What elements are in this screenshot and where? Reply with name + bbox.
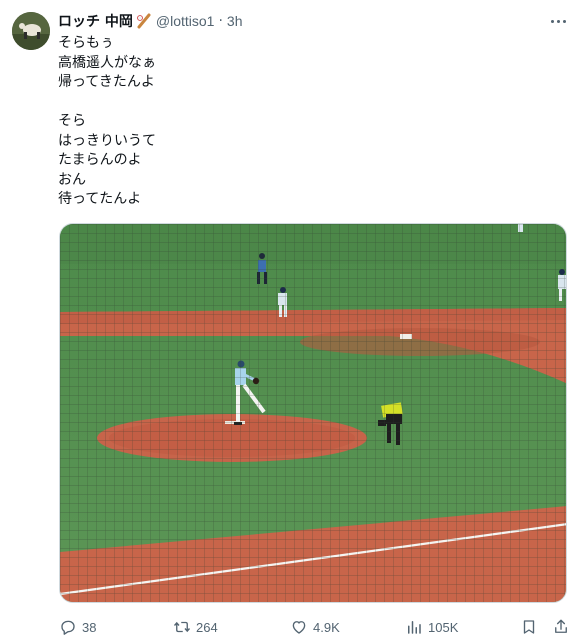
repost-icon — [173, 621, 191, 633]
tweet-text-line: たまらんのよ — [58, 152, 142, 168]
tweet-actions: 38 264 4.9K 105K — [59, 616, 569, 638]
more-dot-icon — [556, 19, 560, 23]
reply-icon — [61, 620, 75, 635]
reply-count: 38 — [82, 619, 97, 635]
more-dot-icon — [550, 19, 554, 23]
reply-button[interactable]: 38 — [59, 616, 96, 638]
tweet-header: ロッチ 中岡 @lottiso1 · 3h — [58, 11, 242, 31]
share-button[interactable] — [552, 616, 575, 638]
header-separator: · — [218, 13, 223, 29]
tweet-text-line: はっきりいうて — [58, 132, 156, 149]
tweet-text-line: 帰ってきたんよ — [58, 74, 155, 90]
heart-icon — [292, 621, 306, 634]
tweet-text: そらもぅ 高橋遥人がなぁ 帰ってきたんよ そら はっきりいうて たまらんのよ お… — [58, 34, 558, 210]
tweet-text-line: 高橋遥人がなぁ — [58, 54, 156, 71]
views-count: 105K — [428, 619, 459, 635]
tweet-card[interactable]: ロッチ 中岡 @lottiso1 · 3h そらもぅ 高橋遥人がなぁ 帰ってきた… — [0, 0, 582, 640]
repost-count: 264 — [196, 619, 218, 635]
author-handle[interactable]: @lottiso1 — [156, 13, 215, 29]
like-button[interactable]: 4.9K — [290, 616, 340, 638]
tweet-text-line: そらもぅ — [58, 35, 114, 51]
share-icon — [555, 619, 567, 633]
bat-and-ball-icon — [136, 13, 151, 29]
tweet-text-line: 待ってたんよ — [58, 191, 142, 207]
bookmark-button[interactable] — [520, 616, 543, 638]
author-display-name[interactable]: ロッチ 中岡 — [58, 11, 133, 31]
tweet-text-line — [58, 93, 558, 113]
bookmark-icon — [523, 620, 535, 634]
avatar[interactable] — [12, 12, 50, 50]
baseball-field-photo — [60, 224, 566, 602]
tweet-photo[interactable] — [59, 223, 567, 603]
more-options-button[interactable] — [548, 12, 568, 30]
more-dot-icon — [562, 19, 566, 23]
tweet-text-line: おん — [58, 171, 86, 188]
views-button[interactable]: 105K — [405, 616, 458, 638]
tweet-text-line: そら — [58, 113, 86, 129]
views-chart-icon — [408, 621, 421, 634]
tweet-timestamp[interactable]: 3h — [227, 13, 243, 29]
repost-button[interactable]: 264 — [173, 616, 218, 638]
like-count: 4.9K — [313, 619, 340, 635]
